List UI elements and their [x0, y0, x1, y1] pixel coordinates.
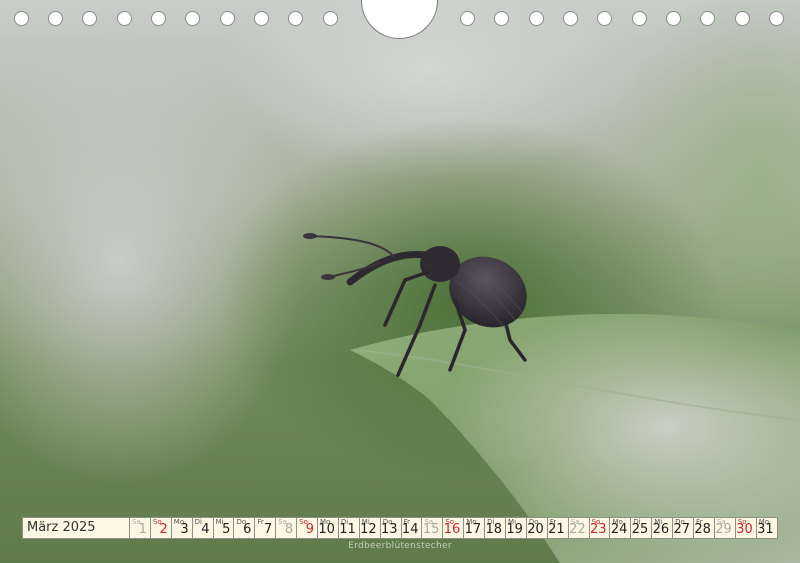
binding-hole	[666, 11, 681, 26]
day-number: 11	[339, 522, 356, 537]
day-number: 27	[673, 522, 691, 537]
day-cell: Mo 24	[610, 517, 632, 539]
day-number: 15	[422, 522, 440, 537]
day-number: 9	[305, 522, 315, 537]
day-cell: Sa 15	[422, 517, 444, 539]
day-number: 12	[360, 522, 377, 537]
day-number: 25	[631, 522, 649, 537]
day-number: 31	[757, 522, 774, 537]
binding-hole	[494, 11, 509, 26]
day-number: 6	[243, 522, 252, 537]
day-cell: Di 18	[485, 517, 507, 539]
day-cell: Mi 19	[506, 517, 527, 539]
day-cell: Mo 3	[171, 517, 193, 539]
hanger-cutout	[361, 0, 438, 39]
binding-hole	[700, 11, 715, 26]
binding-hole	[117, 11, 132, 26]
day-number: 2	[159, 522, 168, 537]
binding-hole	[597, 11, 612, 26]
day-cell: So 2	[150, 517, 172, 539]
day-cell: So 23	[589, 517, 611, 539]
day-cell: Mi 12	[359, 517, 381, 539]
calendar-photo	[0, 0, 800, 563]
day-cell: Fr 7	[255, 517, 277, 539]
day-cell: Di 11	[338, 517, 360, 539]
day-cell: Sa 8	[276, 517, 298, 539]
binding-hole	[735, 11, 750, 26]
binding-hole	[288, 11, 303, 26]
photo-caption: Erdbeerblütenstecher	[348, 541, 452, 551]
day-number: 14	[401, 522, 419, 537]
binding-hole	[254, 11, 269, 26]
day-number: 29	[715, 522, 732, 537]
binding-hole	[48, 11, 63, 26]
day-cell: Do 20	[526, 517, 548, 539]
day-number: 16	[443, 522, 461, 537]
day-number: 23	[589, 522, 607, 537]
day-cell: Mi 26	[652, 517, 674, 539]
day-cell: Sa 22	[568, 517, 590, 539]
day-cell: Mo 31	[756, 517, 778, 539]
day-number: 30	[736, 522, 753, 537]
day-number: 10	[318, 522, 335, 537]
day-cell: Di 25	[631, 517, 653, 539]
weekday-abbr: Fr	[257, 518, 264, 526]
day-number: 1	[138, 522, 147, 537]
day-cell: So 9	[297, 517, 319, 539]
day-cell: Do 13	[380, 517, 402, 539]
binding-hole	[82, 11, 97, 26]
binding-hole	[220, 11, 235, 26]
day-number: 5	[222, 522, 231, 537]
day-cell: So 16	[443, 517, 465, 539]
day-number: 21	[548, 522, 565, 537]
binding-hole	[563, 11, 578, 26]
day-number: 24	[610, 522, 628, 537]
day-cell: Fr 14	[401, 517, 423, 539]
calendar-strip: März 2025 Sa 1 So 2 Mo 3 Di 4 Mi 5 Do 6 Fr 7 Sa 8 So 9 Mo 1…	[22, 517, 778, 539]
day-number: 17	[464, 522, 482, 537]
day-cell: Do 6	[234, 517, 256, 539]
day-number: 7	[263, 522, 273, 537]
binding-holes	[0, 0, 800, 40]
binding-hole	[151, 11, 166, 26]
month-label: März 2025	[22, 517, 130, 539]
day-cell: Di 4	[192, 517, 214, 539]
day-cell: Fr 21	[547, 517, 569, 539]
binding-hole	[460, 11, 475, 26]
day-number: 13	[381, 522, 398, 537]
day-cell: Mo 10	[318, 517, 339, 539]
weevil-on-leaf-illustration	[303, 233, 800, 563]
binding-hole	[323, 11, 338, 26]
day-number: 20	[527, 522, 544, 537]
day-number: 4	[201, 522, 210, 537]
weevil-thorax	[420, 246, 460, 282]
day-number: 19	[506, 522, 523, 537]
day-number: 3	[180, 522, 189, 537]
binding-hole	[185, 11, 200, 26]
day-number: 26	[652, 522, 670, 537]
day-cell: Mo 17	[464, 517, 486, 539]
binding-hole	[14, 11, 29, 26]
day-number: 18	[485, 522, 503, 537]
binding-hole	[529, 11, 544, 26]
binding-hole	[769, 11, 784, 26]
day-cell: So 30	[735, 517, 757, 539]
day-number: 8	[284, 522, 294, 537]
day-cell: Sa 1	[130, 517, 151, 539]
day-number: 22	[569, 522, 586, 537]
binding-hole	[632, 11, 647, 26]
day-cell: Fr 28	[694, 517, 715, 539]
day-cell: Do 27	[673, 517, 695, 539]
day-cell: Mi 5	[213, 517, 235, 539]
day-number: 28	[694, 522, 711, 537]
day-cells: Sa 1 So 2 Mo 3 Di 4 Mi 5 Do 6 Fr 7 Sa 8 So 9 Mo 10 Di 11 Mi 12 D…	[130, 517, 778, 539]
day-cell: Sa 29	[714, 517, 736, 539]
